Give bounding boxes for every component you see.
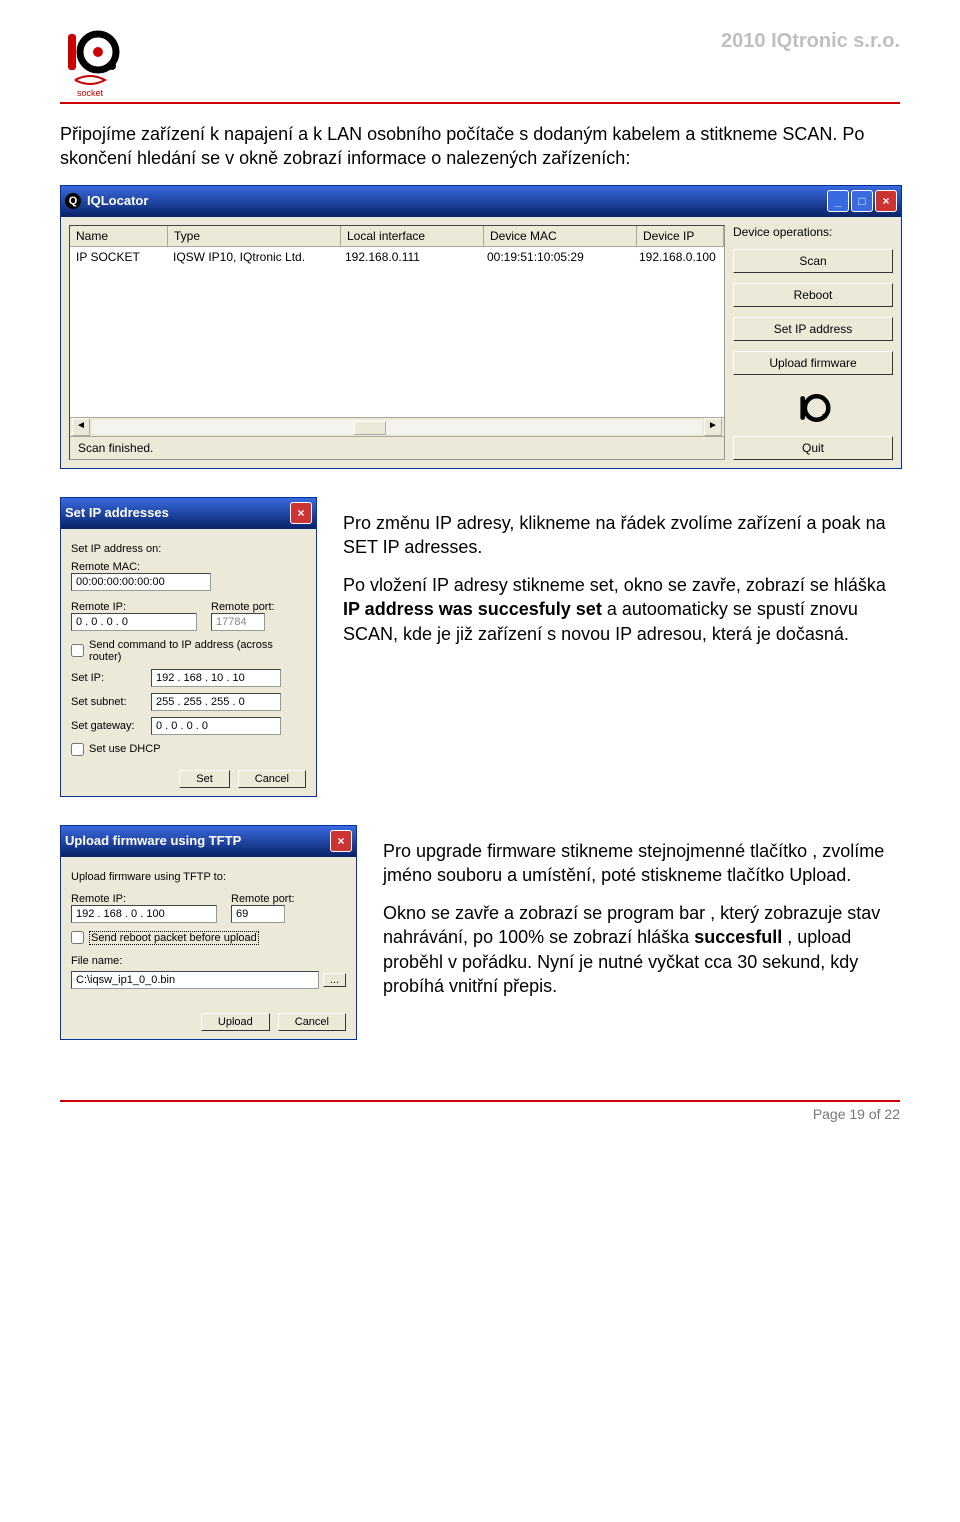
upload-remote-port-label: Remote port: xyxy=(231,893,295,905)
close-button[interactable]: × xyxy=(330,830,352,852)
set-on-label: Set IP address on: xyxy=(71,543,306,555)
upload-remote-ip-label: Remote IP: xyxy=(71,893,217,905)
set-ip-text-2: Po vložení IP adresy stikneme set, okno … xyxy=(343,573,900,646)
file-name-label: File name: xyxy=(71,955,346,967)
scroll-left-button[interactable]: ◄ xyxy=(72,418,90,436)
upload-text-2: Okno se zavře a zobrazí se program bar ,… xyxy=(383,901,900,998)
remote-mac-label: Remote MAC: xyxy=(71,561,306,573)
upload-button[interactable]: Upload xyxy=(201,1013,270,1031)
upload-firmware-dialog: Upload firmware using TFTP × Upload firm… xyxy=(60,825,357,1040)
set-ip-titlebar[interactable]: Set IP addresses × xyxy=(61,498,316,529)
col-type[interactable]: Type xyxy=(168,226,341,246)
device-ops-label: Device operations: xyxy=(733,225,893,239)
upload-remote-port-field[interactable]: 69 xyxy=(231,905,285,923)
col-local[interactable]: Local interface xyxy=(341,226,484,246)
set-ip-text-1: Pro změnu IP adresy, klikneme na řádek z… xyxy=(343,511,900,560)
scroll-right-button[interactable]: ► xyxy=(704,418,722,436)
set-ip-label: Set IP: xyxy=(71,672,143,684)
header-brand: 2010 IQtronic s.r.o. xyxy=(721,30,900,53)
send-reboot-label: Send reboot packet before upload xyxy=(89,931,259,945)
cell-type: IQSW IP10, IQtronic Ltd. xyxy=(167,247,339,267)
header-rule xyxy=(60,102,900,104)
set-ip-dialog: Set IP addresses × Set IP address on: Re… xyxy=(60,497,317,797)
brand-logo: socket xyxy=(60,30,120,98)
horizontal-scrollbar[interactable]: ◄ ► xyxy=(70,417,724,436)
minimize-button[interactable]: _ xyxy=(827,190,849,212)
app-icon: Q xyxy=(65,193,81,209)
cell-local: 192.168.0.111 xyxy=(339,247,481,267)
send-reboot-input[interactable] xyxy=(71,931,84,944)
scan-button[interactable]: Scan xyxy=(733,249,893,273)
set-subnet-label: Set subnet: xyxy=(71,696,143,708)
set-button[interactable]: Set xyxy=(179,770,230,788)
iqlocator-window: Q IQLocator _ □ × Name Type Local interf… xyxy=(60,185,902,469)
col-mac[interactable]: Device MAC xyxy=(484,226,637,246)
set-ip-field[interactable]: 192 . 168 . 10 . 10 xyxy=(151,669,281,687)
upload-titlebar[interactable]: Upload firmware using TFTP × xyxy=(61,826,356,857)
send-across-router-checkbox[interactable]: Send command to IP address (across route… xyxy=(71,639,306,663)
column-headers[interactable]: Name Type Local interface Device MAC Dev… xyxy=(70,226,724,247)
footer-rule xyxy=(60,1100,900,1102)
dhcp-input[interactable] xyxy=(71,743,84,756)
send-across-router-label: Send command to IP address (across route… xyxy=(89,639,306,663)
scroll-thumb[interactable] xyxy=(354,421,386,435)
set-subnet-field[interactable]: 255 . 255 . 255 . 0 xyxy=(151,693,281,711)
upload-text-1: Pro upgrade firmware stikneme stejnojmen… xyxy=(383,839,900,888)
iqlocator-title: IQLocator xyxy=(87,193,827,208)
dhcp-label: Set use DHCP xyxy=(89,743,161,755)
upload-firmware-button[interactable]: Upload firmware xyxy=(733,351,893,375)
iqlocator-titlebar[interactable]: Q IQLocator _ □ × xyxy=(61,186,901,217)
upload-to-label: Upload firmware using TFTP to: xyxy=(71,871,346,883)
close-button[interactable]: × xyxy=(875,190,897,212)
send-reboot-checkbox[interactable]: Send reboot packet before upload xyxy=(71,931,346,945)
table-row[interactable]: IP SOCKET IQSW IP10, IQtronic Ltd. 192.1… xyxy=(70,247,724,267)
browse-button[interactable]: ... xyxy=(323,973,346,987)
logo-text: socket xyxy=(77,88,104,98)
close-button[interactable]: × xyxy=(290,502,312,524)
send-across-router-input[interactable] xyxy=(71,644,84,657)
col-ip[interactable]: Device IP xyxy=(637,226,724,246)
set-gateway-field[interactable]: 0 . 0 . 0 . 0 xyxy=(151,717,281,735)
page-number: Page 19 of 22 xyxy=(60,1106,900,1122)
cell-ip: 192.168.0.100 xyxy=(633,247,724,267)
cancel-button[interactable]: Cancel xyxy=(238,770,306,788)
iq-logo-small-icon xyxy=(795,390,831,426)
maximize-button[interactable]: □ xyxy=(851,190,873,212)
remote-port-field[interactable]: 17784 xyxy=(211,613,265,631)
device-list[interactable]: Name Type Local interface Device MAC Dev… xyxy=(69,225,725,460)
upload-remote-ip-field[interactable]: 192 . 168 . 0 . 100 xyxy=(71,905,217,923)
cell-mac: 00:19:51:10:05:29 xyxy=(481,247,633,267)
remote-mac-field[interactable]: 00:00:00:00:00:00 xyxy=(71,573,211,591)
dhcp-checkbox[interactable]: Set use DHCP xyxy=(71,743,306,756)
intro-text: Připojíme zařízení k napajení a k LAN os… xyxy=(60,122,900,171)
cell-name: IP SOCKET xyxy=(70,247,167,267)
status-bar: Scan finished. xyxy=(70,436,724,459)
col-name[interactable]: Name xyxy=(70,226,168,246)
remote-ip-field[interactable]: 0 . 0 . 0 . 0 xyxy=(71,613,197,631)
remote-port-label: Remote port: xyxy=(211,601,275,613)
file-name-field[interactable]: C:\iqsw_ip1_0_0.bin xyxy=(71,971,319,989)
reboot-button[interactable]: Reboot xyxy=(733,283,893,307)
scroll-track[interactable] xyxy=(92,420,702,434)
set-gateway-label: Set gateway: xyxy=(71,720,143,732)
quit-button[interactable]: Quit xyxy=(733,436,893,460)
remote-ip-label: Remote IP: xyxy=(71,601,197,613)
set-ip-title: Set IP addresses xyxy=(65,505,290,520)
cancel-button[interactable]: Cancel xyxy=(278,1013,346,1031)
upload-title: Upload firmware using TFTP xyxy=(65,833,330,848)
set-ip-address-button[interactable]: Set IP address xyxy=(733,317,893,341)
